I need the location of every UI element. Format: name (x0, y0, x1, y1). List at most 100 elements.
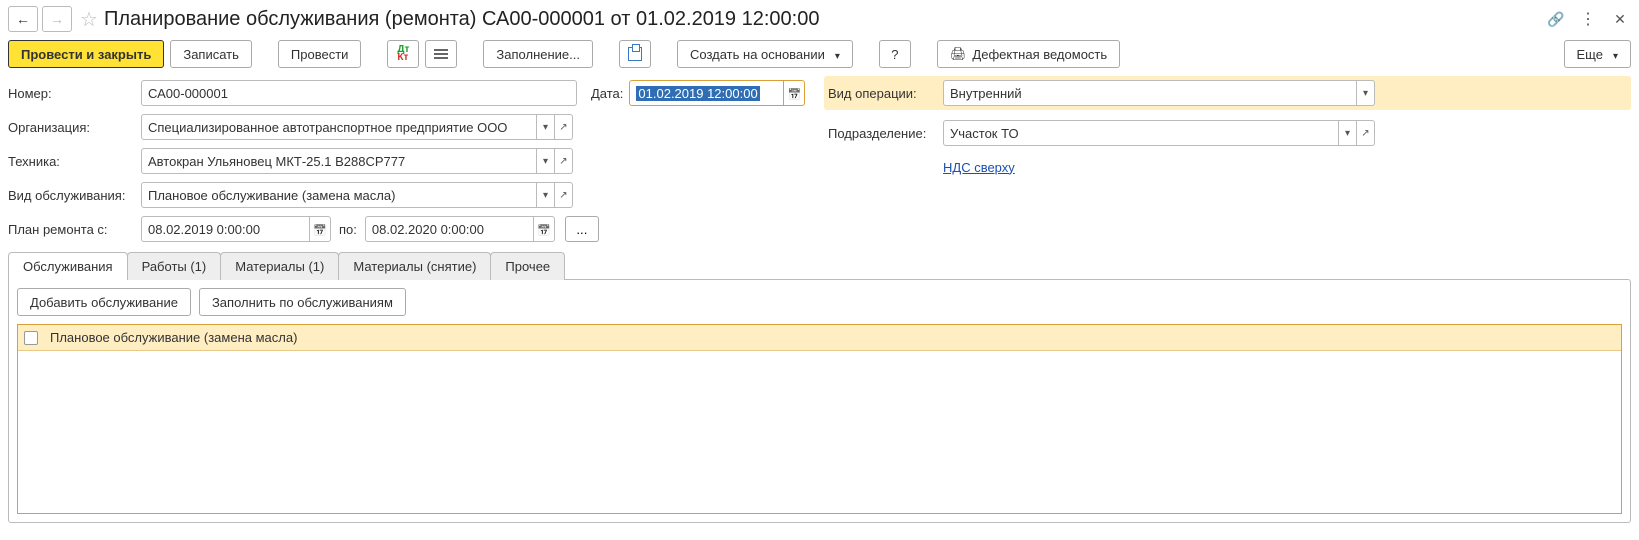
close-icon (1614, 11, 1626, 28)
print-icon (950, 46, 967, 62)
defect-report-button[interactable]: Дефектная ведомость (937, 40, 1120, 68)
plan-from-value: 08.02.2019 0:00:00 (148, 222, 260, 237)
calendar-icon (537, 222, 551, 237)
date-value: 01.02.2019 12:00:00 (636, 86, 759, 101)
structure-icon (628, 47, 642, 61)
number-input[interactable] (141, 80, 577, 106)
tab-other[interactable]: Прочее (490, 252, 565, 280)
close-button[interactable] (1609, 8, 1631, 30)
create-based-label: Создать на основании (690, 47, 825, 62)
grid-row[interactable]: Плановое обслуживание (замена масла) (18, 325, 1621, 351)
tech-combo[interactable]: Автокран Ульяновец МКТ-25.1 В288СР777 (141, 148, 573, 174)
chevron-down-icon (835, 47, 840, 62)
date-picker-button[interactable] (783, 80, 805, 106)
tab-works[interactable]: Работы (1) (127, 252, 222, 280)
save-button[interactable]: Записать (170, 40, 252, 68)
op-type-label: Вид операции: (828, 86, 943, 101)
chevron-down-icon (543, 156, 548, 167)
open-icon (559, 156, 567, 167)
org-dropdown-button[interactable] (537, 114, 555, 140)
favorite-star-icon[interactable]: ☆ (80, 7, 98, 32)
more-button[interactable]: Еще (1564, 40, 1631, 68)
tab-materials[interactable]: Материалы (1) (220, 252, 339, 280)
arrow-left-icon (16, 11, 30, 27)
chevron-down-icon (543, 122, 548, 133)
page-title: Планирование обслуживания (ремонта) СА00… (104, 8, 820, 31)
post-and-close-button[interactable]: Провести и закрыть (8, 40, 164, 68)
tab-materials-rm[interactable]: Материалы (снятие) (338, 252, 491, 280)
service-type-open-button[interactable] (555, 182, 573, 208)
arrow-right-icon (50, 11, 64, 27)
post-button[interactable]: Провести (278, 40, 362, 68)
division-label: Подразделение: (828, 126, 943, 141)
chevron-down-icon (1345, 128, 1350, 139)
command-toolbar: Провести и закрыть Записать Провести ДтК… (0, 36, 1639, 76)
nav-back-button[interactable] (8, 6, 38, 32)
plan-to-field[interactable]: 08.02.2020 0:00:00 (365, 216, 555, 242)
add-service-button[interactable]: Добавить обслуживание (17, 288, 191, 316)
tech-dropdown-button[interactable] (537, 148, 555, 174)
op-type-value: Внутренний (943, 80, 1357, 106)
tech-value: Автокран Ульяновец МКТ-25.1 В288СР777 (141, 148, 537, 174)
calendar-icon (313, 222, 327, 237)
tech-label: Техника: (8, 154, 141, 169)
service-grid[interactable]: Плановое обслуживание (замена масла) (17, 324, 1622, 514)
vat-mode-link[interactable]: НДС сверху (943, 160, 1015, 175)
list-icon (434, 47, 448, 61)
vertical-dots-icon (1580, 9, 1596, 29)
dtkt-button[interactable]: ДтКт (387, 40, 419, 68)
tab-service[interactable]: Обслуживания (8, 252, 128, 280)
date-field[interactable]: 01.02.2019 12:00:00 (629, 80, 805, 106)
create-based-button[interactable]: Создать на основании (677, 40, 853, 68)
division-combo[interactable]: Участок ТО (943, 120, 1375, 146)
open-icon (1361, 128, 1369, 139)
open-icon (559, 122, 567, 133)
form-right-column: Вид операции: Внутренний Подразделение: … (828, 76, 1631, 184)
plan-from-field[interactable]: 08.02.2019 0:00:00 (141, 216, 331, 242)
org-open-button[interactable] (555, 114, 573, 140)
fill-menu-label: Заполнение... (496, 47, 580, 62)
org-label: Организация: (8, 120, 141, 135)
more-menu-button[interactable] (1577, 8, 1599, 30)
org-combo[interactable]: Специализированное автотранспортное пред… (141, 114, 573, 140)
division-value: Участок ТО (943, 120, 1339, 146)
help-button[interactable]: ? (879, 40, 911, 68)
structure-button[interactable] (619, 40, 651, 68)
plan-to-picker-button[interactable] (533, 216, 555, 242)
row-checkbox[interactable] (24, 331, 38, 345)
tech-open-button[interactable] (555, 148, 573, 174)
service-type-value: Плановое обслуживание (замена масла) (141, 182, 537, 208)
link-icon (1547, 11, 1564, 28)
date-label: Дата: (591, 86, 629, 101)
tab-body: Добавить обслуживание Заполнить по обслу… (8, 279, 1631, 523)
plan-period-select-button[interactable]: ... (565, 216, 599, 242)
plan-from-label: План ремонта с: (8, 222, 141, 237)
chevron-down-icon (543, 190, 548, 201)
service-type-label: Вид обслуживания: (8, 188, 141, 203)
row-text: Плановое обслуживание (замена масла) (50, 330, 297, 345)
dtkt-icon: ДтКт (397, 46, 409, 62)
op-type-dropdown-button[interactable] (1357, 80, 1375, 106)
fill-by-service-button[interactable]: Заполнить по обслуживаниям (199, 288, 406, 316)
defect-report-label: Дефектная ведомость (972, 47, 1107, 62)
fill-menu-button[interactable]: Заполнение... (483, 40, 593, 68)
division-dropdown-button[interactable] (1339, 120, 1357, 146)
division-open-button[interactable] (1357, 120, 1375, 146)
form-left-column: Номер: Дата: 01.02.2019 12:00:00 Организ… (8, 76, 828, 246)
number-label: Номер: (8, 86, 141, 101)
tab-toolbar: Добавить обслуживание Заполнить по обслу… (17, 288, 1622, 316)
nav-forward-button[interactable] (42, 6, 72, 32)
service-type-dropdown-button[interactable] (537, 182, 555, 208)
plan-from-picker-button[interactable] (309, 216, 331, 242)
org-value: Специализированное автотранспортное пред… (141, 114, 537, 140)
link-button[interactable] (1545, 8, 1567, 30)
tab-strip: Обслуживания Работы (1) Материалы (1) Ма… (8, 252, 1631, 280)
service-type-combo[interactable]: Плановое обслуживание (замена масла) (141, 182, 573, 208)
list-button[interactable] (425, 40, 457, 68)
op-type-combo[interactable]: Внутренний (943, 80, 1375, 106)
plan-to-label: по: (339, 222, 357, 237)
title-bar: ☆ Планирование обслуживания (ремонта) СА… (0, 0, 1639, 36)
open-icon (559, 190, 567, 201)
chevron-down-icon (1613, 47, 1618, 62)
calendar-icon (788, 86, 802, 101)
